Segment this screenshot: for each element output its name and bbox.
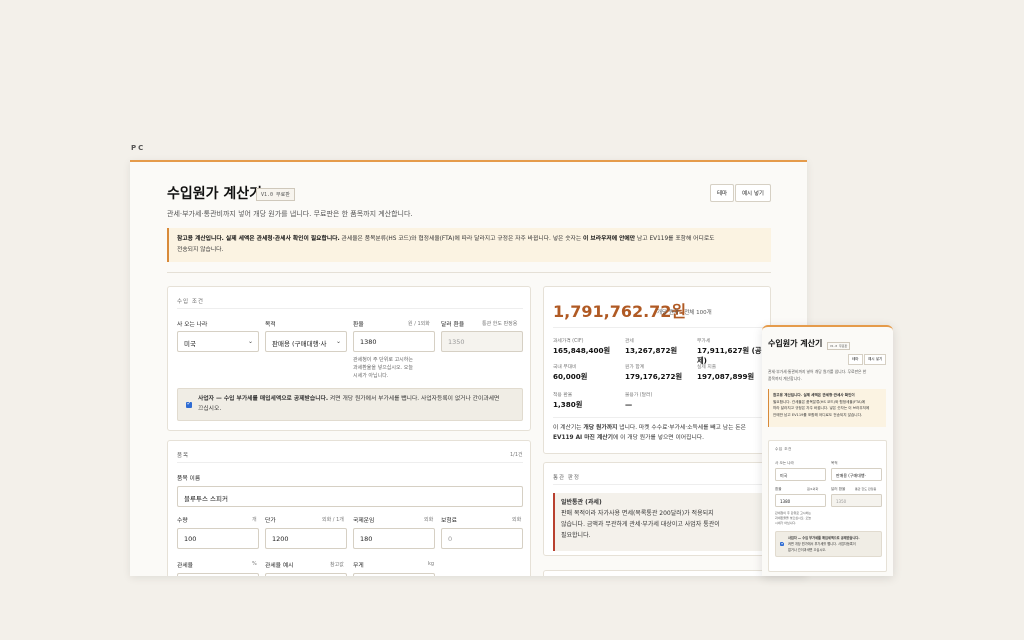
customs-card: 통관 판정 일반통관 (과세) 판매 목적이라 자가사용 면세(목록통관 200… xyxy=(543,462,771,556)
tariff-example-label: 관세율 예시 xyxy=(265,563,294,569)
weight-label: 무게 xyxy=(353,563,364,569)
mobile-usd-unit: 통관 한도 판정용 xyxy=(855,487,877,491)
weight-input[interactable] xyxy=(353,573,435,576)
mobile-example-button[interactable]: 예시 넣기 xyxy=(864,354,887,365)
business-checkbox[interactable] xyxy=(186,400,192,408)
next-card xyxy=(543,570,771,576)
tariff-unit: % xyxy=(252,561,257,567)
fx-hint: 관세청이 주 단위로 고시하는 과세환율을 넣으십시오. 오늘 시세가 아닙니다… xyxy=(353,357,413,379)
stat-label: 원가 합계 xyxy=(625,365,645,370)
fx-input[interactable]: 1380 xyxy=(353,331,435,352)
fx-unit: 원 / 1외화 xyxy=(408,321,430,327)
mobile-subtitle: 관세·부가세·통관비까지 넣어 개당 원가를 냅니다. 무료판은 한 품목까지 계… xyxy=(768,369,867,381)
result-card: 1,791,762.72원 개당 원가 · 전체 100개 과세가격 (CIF)… xyxy=(543,286,771,454)
stat-label: 부가세 xyxy=(697,339,711,344)
mobile-business-checkbox[interactable] xyxy=(780,540,786,547)
mobile-business-text: 사업자 — 수입 부가세를 매입세액으로 공제받습니다. 켜면 개당 원가에서 … xyxy=(788,536,860,552)
tariff-example-unit: 참고값 xyxy=(330,562,344,568)
stat-label: 실제 지출 xyxy=(697,365,717,370)
freight-input[interactable]: 180 xyxy=(353,528,435,549)
price-input[interactable]: 1200 xyxy=(265,528,347,549)
section-title: 통관 판정 xyxy=(553,475,580,481)
section-title: 품목 xyxy=(177,453,190,459)
page-subtitle: 관세·부가세·통관비까지 넣어 개당 원가를 냅니다. 무료판은 한 품목까지 … xyxy=(167,210,413,218)
mobile-page-title: 수입원가 계산기 xyxy=(768,339,823,348)
stat-value: 1,380원 xyxy=(553,400,583,409)
desktop-preview: 수입원가 계산기 V1.0 무료판 관세·부가세·통관비까지 넣어 개당 원가를… xyxy=(130,160,807,576)
stat-value: 197,087,899원 xyxy=(697,372,755,381)
mobile-preview: 수입원가 계산기 V1.0 무료판 테마 예시 넣기 관세·부가세·통관비까지 … xyxy=(762,325,893,576)
device-label: PC xyxy=(131,144,146,152)
stat-value: 13,267,872원 xyxy=(625,346,678,355)
country-select[interactable]: 미국 ⌄ xyxy=(177,331,259,352)
stat-value: — xyxy=(625,400,633,409)
mobile-import-card: 수입 조건 사 오는 나라 미국 목적 판매용 (구매대행· 환율 원/1외화 … xyxy=(768,440,887,572)
item-card: 품목 1/1건 품목 이름 블루투스 스피커 수량 개 100 단가 외화 / … xyxy=(167,440,531,576)
mobile-fx-input[interactable]: 1380 xyxy=(775,494,826,507)
business-text: 사업자 — 수입 부가세를 매입세액으로 공제받습니다. 켜면 개당 원가에서 … xyxy=(198,396,500,412)
mobile-section-title: 수입 조건 xyxy=(775,447,792,451)
insurance-input[interactable]: 0 xyxy=(441,528,523,549)
stat-label: 관세 xyxy=(625,339,634,344)
stat-value: 165,848,400원 xyxy=(553,346,611,355)
mobile-country-select[interactable]: 미국 xyxy=(775,468,826,481)
stat-label: 불용가 (달러) xyxy=(625,393,653,398)
freight-unit: 외화 xyxy=(424,517,434,523)
section-title: 수입 조건 xyxy=(177,299,204,305)
item-count: 1/1건 xyxy=(510,452,523,458)
weight-unit: kg xyxy=(428,561,435,567)
insurance-label: 보험료 xyxy=(441,518,457,524)
qty-input[interactable]: 100 xyxy=(177,528,259,549)
business-toggle[interactable]: 사업자 — 수입 부가세를 매입세액으로 공제받습니다. 켜면 개당 원가에서 … xyxy=(177,388,523,421)
mobile-notice: 참고용 계산입니다. 실제 세액은 관세청·관세사 확인이 필요합니다. 관세율… xyxy=(768,389,886,427)
qty-label: 수량 xyxy=(177,518,188,524)
version-badge: V1.0 무료판 xyxy=(256,188,295,201)
chevron-down-icon: ⌄ xyxy=(335,338,341,345)
tariff-input[interactable] xyxy=(177,573,259,576)
mobile-business-toggle[interactable]: 사업자 — 수입 부가세를 매입세액으로 공제받습니다. 켜면 개당 원가에서 … xyxy=(775,531,882,557)
qty-unit: 개 xyxy=(252,517,257,523)
import-conditions-card: 수입 조건 사 오는 나라 미국 ⌄ 목적 판매용 (구매대행·사 ⌄ 환율 원 /… xyxy=(167,286,531,431)
page-title: 수입원가 계산기 xyxy=(167,186,263,202)
tariff-example-select[interactable] xyxy=(265,573,347,576)
mobile-purpose-select[interactable]: 판매용 (구매대행· xyxy=(831,468,882,481)
mobile-fx-unit: 원/1외화 xyxy=(807,487,819,491)
mobile-usd-input[interactable]: 1350 xyxy=(831,494,882,507)
mobile-theme-button[interactable]: 테마 xyxy=(848,354,863,365)
stat-label: 국내 부대비 xyxy=(553,365,577,370)
stat-value: 179,176,272원 xyxy=(625,372,683,381)
usd-fx-label: 달러 환율 xyxy=(441,322,465,328)
price-unit: 외화 / 1개 xyxy=(322,517,344,523)
purpose-label: 목적 xyxy=(265,322,276,328)
stat-label: 과세가격 (CIF) xyxy=(553,339,584,344)
mobile-fx-hint: 관세청이 주 단위로 고시하는 과세환율을 넣으십시오. 오늘 시세가 아닙니다. xyxy=(775,511,811,525)
insurance-unit: 외화 xyxy=(512,517,522,523)
unit-cost-caption: 개당 원가 · 전체 100개 xyxy=(657,310,712,316)
divider xyxy=(167,272,771,273)
item-name-label: 품목 이름 xyxy=(177,476,201,482)
mobile-usd-label: 달러 환율 xyxy=(831,487,846,491)
stat-value: 60,000원 xyxy=(553,372,588,381)
mobile-fx-label: 환율 xyxy=(775,487,782,491)
result-explanation: 이 계산기는 개당 원가까지 냅니다. 마켓 수수료·부가세·소득세를 빼고 남… xyxy=(553,425,746,441)
item-name-input[interactable]: 블루투스 스피커 xyxy=(177,486,523,507)
price-label: 단가 xyxy=(265,518,276,524)
theme-button[interactable]: 테마 xyxy=(710,184,735,202)
customs-verdict: 일반통관 (과세) 판매 목적이라 자가사용 면세(목록통관 200달러)가 적… xyxy=(553,493,763,551)
example-button[interactable]: 예시 넣기 xyxy=(735,184,771,202)
disclaimer-notice: 참고용 계산입니다. 실제 세액은 관세청·관세사 확인이 필요합니다. 관세율… xyxy=(167,228,771,262)
tariff-label: 관세율 xyxy=(177,563,193,569)
chevron-down-icon: ⌄ xyxy=(247,338,253,345)
usd-fx-unit: 통관 한도 판정용 xyxy=(482,321,518,327)
purpose-select[interactable]: 판매용 (구매대행·사 ⌄ xyxy=(265,331,347,352)
country-label: 사 오는 나라 xyxy=(177,322,208,328)
mobile-version-badge: V1.0 무료판 xyxy=(827,342,851,350)
mobile-purpose-label: 목적 xyxy=(831,461,838,465)
freight-label: 국제운임 xyxy=(353,518,375,524)
mobile-country-label: 사 오는 나라 xyxy=(775,461,794,465)
usd-fx-input[interactable]: 1350 xyxy=(441,331,523,352)
stat-label: 적용 환율 xyxy=(553,393,573,398)
fx-label: 환율 xyxy=(353,322,364,328)
